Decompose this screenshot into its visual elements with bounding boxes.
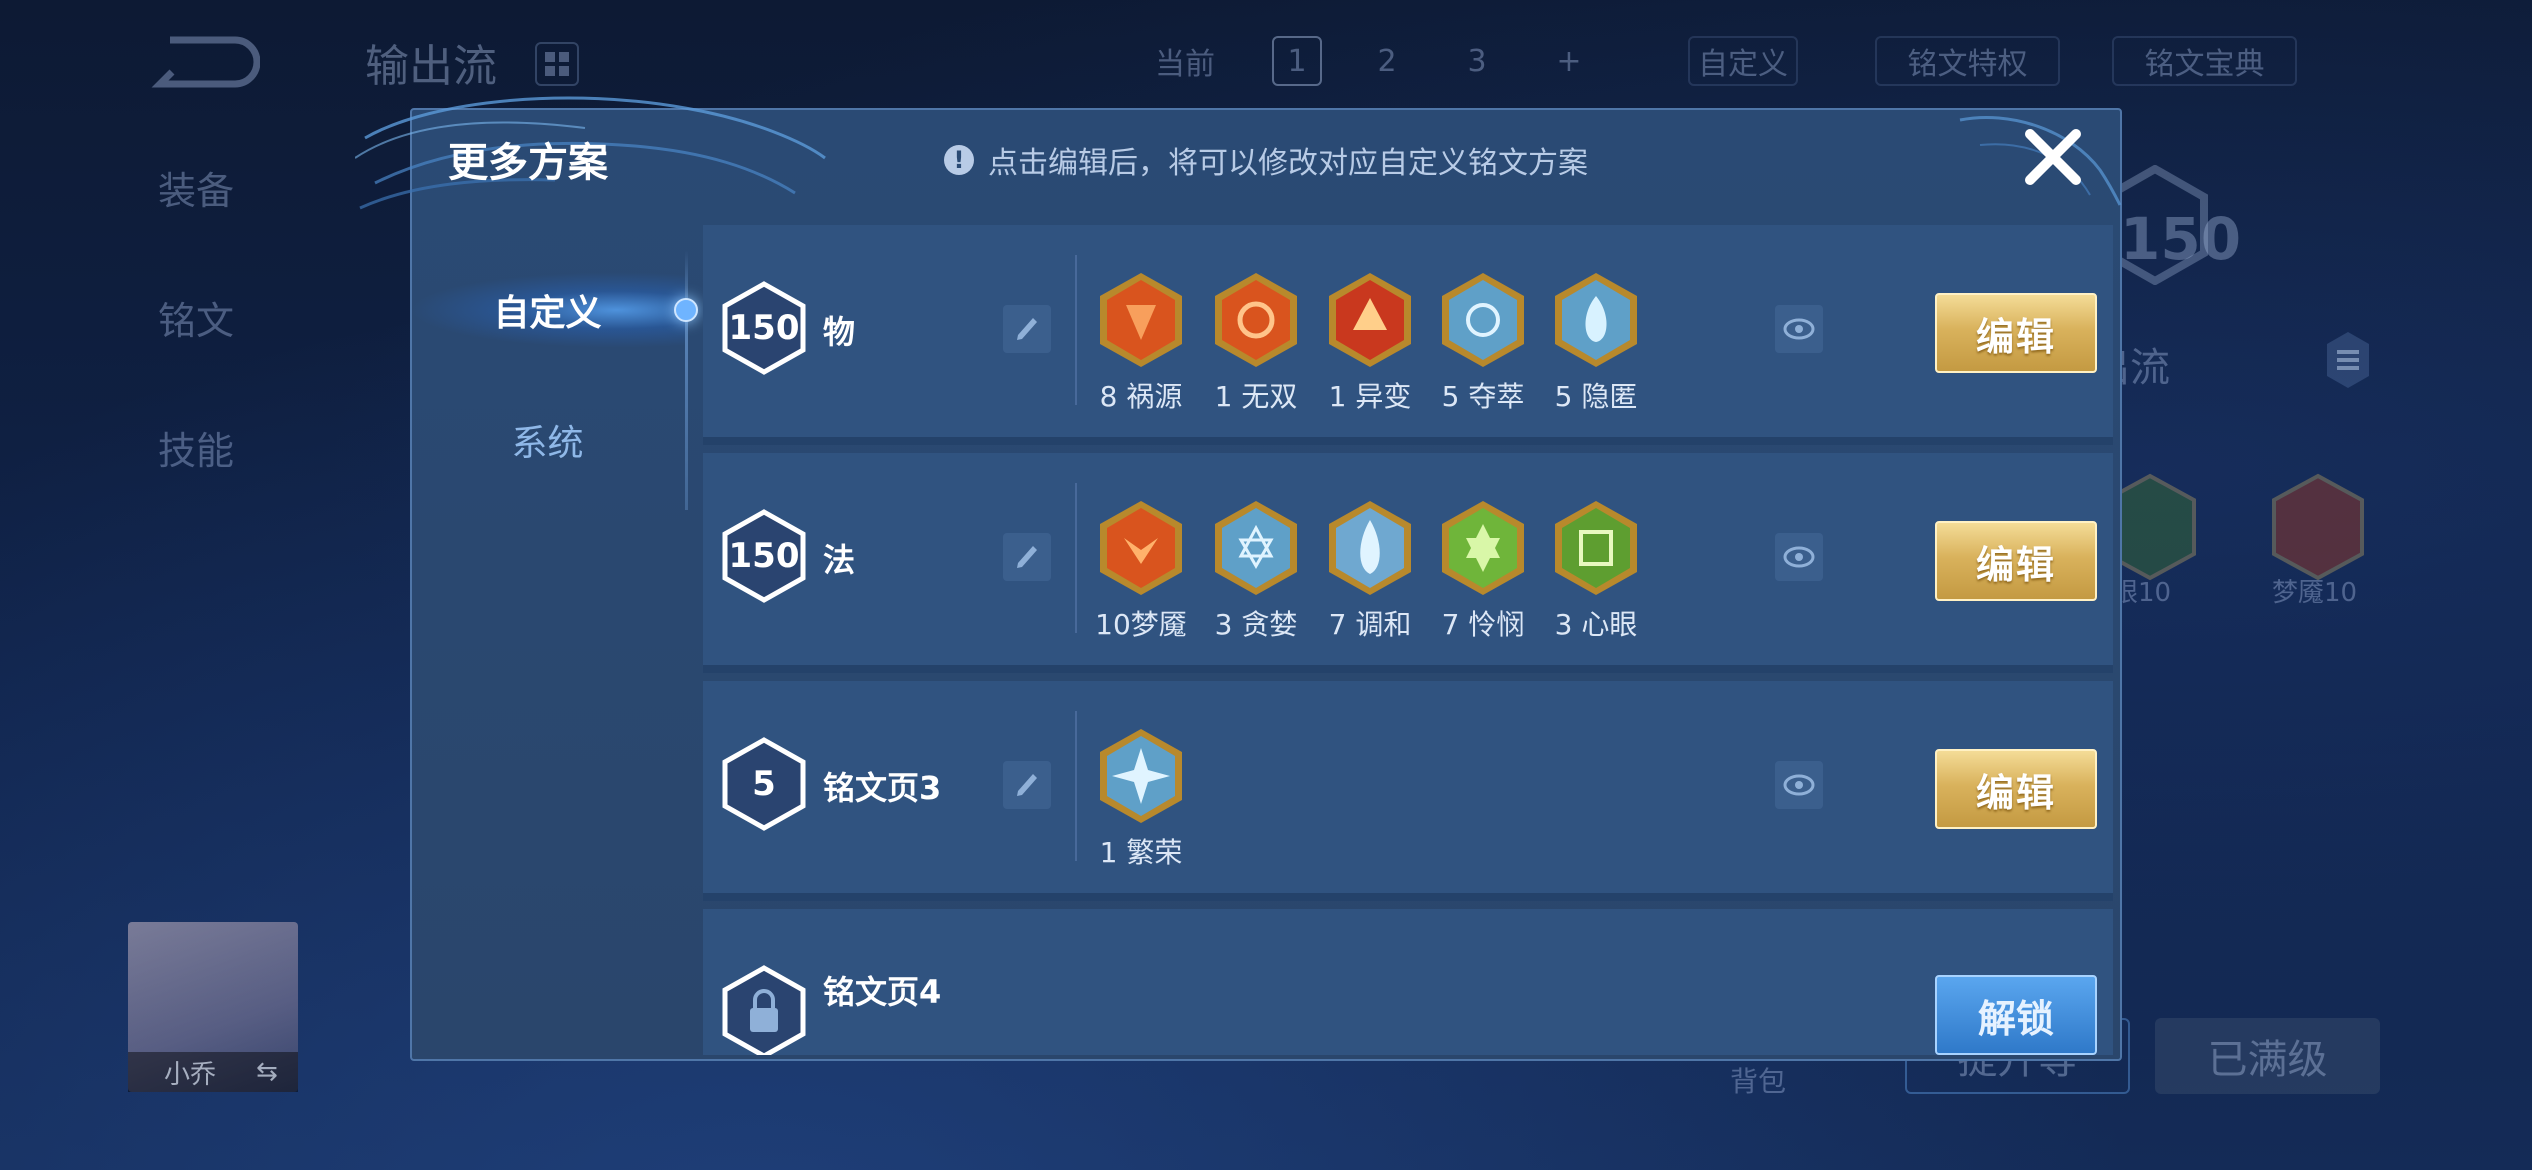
privilege-label: 铭文特权 <box>1907 47 2028 82</box>
rune-red-icon <box>1100 273 1182 367</box>
scheme-name: 物 <box>823 313 856 351</box>
rune-label: 5 隐匿 <box>1554 380 1638 413</box>
scheme-row: 5 铭文页3 1 繁荣 编辑 <box>703 681 2113 901</box>
rune-blue-icon <box>1215 501 1297 595</box>
scheme-list[interactable]: 150 物 8 祸源 1 无双 1 异变 5 夺萃 5 隐匿 编辑 150 法 … <box>703 225 2113 1055</box>
rune-label: 7 怜悯 <box>1441 608 1525 641</box>
hero-name-bar[interactable]: 小乔 ⇆ <box>128 1052 298 1092</box>
custom-button[interactable]: 自定义 <box>1688 36 1798 86</box>
bg-page-title: 输出流 <box>365 41 497 92</box>
rune-label: 7 调和 <box>1328 608 1412 641</box>
rune-green-icon <box>1442 501 1524 595</box>
rename-button[interactable] <box>1003 761 1051 809</box>
rune-label: 10梦魇 <box>1095 608 1187 641</box>
rune-blue-icon <box>1100 729 1182 823</box>
add-page-button[interactable]: + <box>1544 36 1594 86</box>
rune-codex-button[interactable]: 铭文宝典 <box>2112 36 2297 86</box>
active-tab-indicator <box>674 298 698 322</box>
codex-label: 铭文宝典 <box>2144 47 2265 82</box>
rune-label: 1 无双 <box>1214 380 1298 413</box>
scheme-row: 150 物 8 祸源 1 无双 1 异变 5 夺萃 5 隐匿 编辑 <box>703 225 2113 445</box>
divider <box>1075 255 1077 405</box>
dialog-title: 更多方案 <box>448 140 608 186</box>
current-label: 当前 <box>1155 47 1215 82</box>
eye-icon <box>1783 318 1815 340</box>
eye-icon <box>1783 774 1815 796</box>
divider <box>1075 711 1077 861</box>
nav-runes[interactable]: 铭文 <box>158 290 234 345</box>
rune-label: 3 贪婪 <box>1214 608 1298 641</box>
edit-button[interactable]: 编辑 <box>1935 293 2097 373</box>
rune-blue-icon <box>1329 501 1411 595</box>
pen-icon <box>1017 318 1037 340</box>
rune-green-icon <box>1555 501 1637 595</box>
bag-label[interactable]: 背包 <box>1730 1060 1786 1100</box>
hint-text: ! 点击编辑后，将可以修改对应自定义铭文方案 <box>944 138 1588 182</box>
rune-blue-icon <box>1442 273 1524 367</box>
bg-level-number: 150 <box>2120 205 2242 273</box>
pen-icon <box>1017 546 1037 568</box>
preview-button[interactable] <box>1775 761 1823 809</box>
rune-label: 5 夺萃 <box>1441 380 1525 413</box>
bg-rune-red-icon <box>2272 473 2364 581</box>
level-number: 150 <box>728 308 800 348</box>
lock-icon <box>722 965 806 1055</box>
list-menu-icon[interactable] <box>2325 330 2371 390</box>
swap-icon: ⇆ <box>256 1057 278 1087</box>
grid-icon[interactable] <box>535 42 579 86</box>
page-tab-1[interactable]: 1 <box>1272 36 1322 86</box>
edit-button[interactable]: 编辑 <box>1935 749 2097 829</box>
close-icon[interactable] <box>2018 122 2088 192</box>
rune-label: 3 心眼 <box>1554 608 1638 641</box>
rune-label: 1 异变 <box>1328 380 1412 413</box>
tab-system[interactable]: 系统 <box>410 402 685 478</box>
preview-button[interactable] <box>1775 305 1823 353</box>
bg-rune-label: 梦魇10 <box>2272 578 2358 608</box>
back-arrow-icon[interactable] <box>150 30 260 90</box>
rune-label: 1 繁荣 <box>1099 836 1183 869</box>
level-number: 150 <box>728 536 800 576</box>
rune-privilege-button[interactable]: 铭文特权 <box>1875 36 2060 86</box>
rename-button[interactable] <box>1003 533 1051 581</box>
max-level-button[interactable]: 已满级 <box>2155 1018 2380 1094</box>
preview-button[interactable] <box>1775 533 1823 581</box>
scheme-row-locked: 铭文页4 解锁 <box>703 909 2113 1055</box>
rename-button[interactable] <box>1003 305 1051 353</box>
hero-name: 小乔 <box>164 1059 217 1090</box>
rune-label: 8 祸源 <box>1099 380 1183 413</box>
divider <box>1075 483 1077 633</box>
hint-label: 点击编辑后，将可以修改对应自定义铭文方案 <box>988 146 1588 181</box>
scheme-row: 150 法 10梦魇 3 贪婪 7 调和 7 怜悯 3 心眼 编辑 <box>703 453 2113 673</box>
scheme-name: 法 <box>823 541 856 579</box>
scheme-name: 铭文页3 <box>823 769 942 807</box>
edit-button[interactable]: 编辑 <box>1935 521 2097 601</box>
scheme-name: 铭文页4 <box>823 973 942 1011</box>
rune-red-icon <box>1329 273 1411 367</box>
page-tab-3[interactable]: 3 <box>1452 36 1502 86</box>
info-icon: ! <box>944 145 974 175</box>
page-tab-2[interactable]: 2 <box>1362 36 1412 86</box>
unlock-button[interactable]: 解锁 <box>1935 975 2097 1055</box>
eye-icon <box>1783 546 1815 568</box>
pen-icon <box>1017 774 1037 796</box>
level-number: 5 <box>752 764 776 804</box>
rune-blue-icon <box>1555 273 1637 367</box>
tab-rail <box>685 250 688 510</box>
rune-red-icon <box>1215 273 1297 367</box>
nav-skills[interactable]: 技能 <box>158 420 234 475</box>
tab-custom[interactable]: 自定义 <box>410 272 685 348</box>
nav-equipment[interactable]: 装备 <box>158 160 234 215</box>
rune-red-icon <box>1100 501 1182 595</box>
